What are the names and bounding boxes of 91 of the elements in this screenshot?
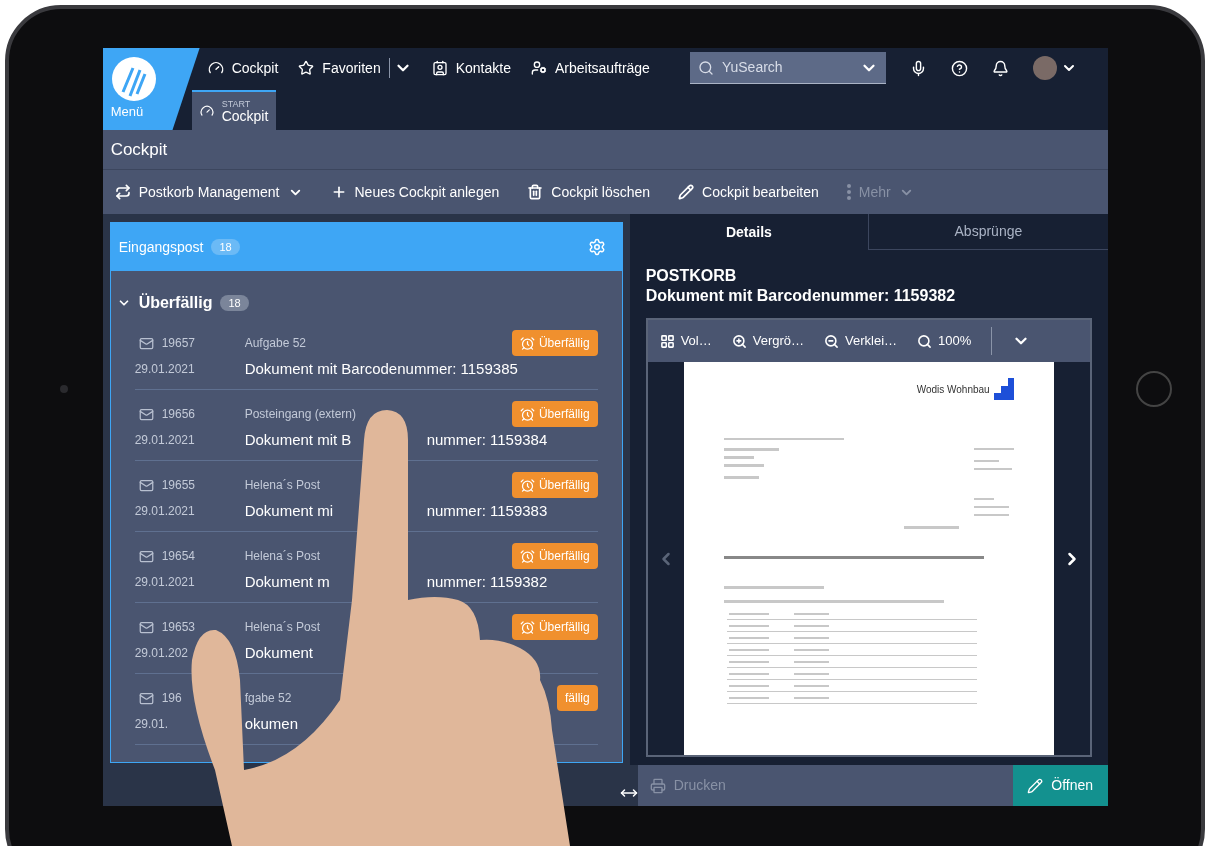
item-date: 29.01. [134, 716, 169, 733]
envelope-icon [138, 335, 154, 351]
nav-link[interactable]: Arbeitsaufträge [530, 57, 650, 79]
logo-icon [110, 56, 157, 102]
item-title: Dokument mit B [244, 429, 353, 450]
fullscreen-icon [659, 333, 675, 349]
gauge-icon [199, 104, 214, 118]
item-date: 29.01.2021 [134, 503, 196, 520]
item-source: Helena´s Post [244, 619, 321, 636]
item-source: Aufgabe 52 [244, 335, 308, 352]
item-title: nummer: 1159382 [426, 571, 548, 592]
envelope-icon [138, 548, 154, 564]
search-icon [697, 59, 714, 76]
trash-icon [527, 184, 544, 200]
settings-icon[interactable] [587, 238, 606, 256]
toolbar-button[interactable]: Neues Cockpit anlegen [330, 181, 500, 203]
detail-tab[interactable]: Absprünge [869, 214, 1108, 250]
group-title[interactable]: Überfällig [138, 291, 213, 315]
toolbar-button[interactable]: Cockpit bearbeiten [678, 181, 819, 203]
item-source: fgabe 52 [244, 690, 293, 707]
open-tab[interactable]: START Cockpit [191, 90, 277, 130]
print-icon [649, 777, 666, 794]
detail-tab[interactable]: Details [629, 214, 870, 250]
home-button-icon [1136, 371, 1173, 407]
item-source: Helena´s Post [244, 477, 321, 494]
toolbar-button[interactable]: Postkorb Management [114, 181, 303, 203]
item-source: Helena´s Post [244, 548, 321, 565]
overdue-badge: Überfällig [511, 330, 598, 356]
item-source: Posteingang (extern) [244, 406, 358, 423]
pencil-icon [678, 184, 695, 200]
page-title: Cockpit [110, 138, 168, 161]
item-title: nummer: 1159384 [426, 429, 548, 450]
nav-link[interactable]: Favoriten [298, 57, 381, 79]
alarm-clock-icon [519, 548, 535, 564]
item-date: 29.01.202 [134, 645, 190, 662]
zoom-icon [917, 333, 933, 349]
tab-caption: START [221, 99, 252, 109]
overdue-badge: Überfällig [511, 401, 598, 427]
nav-link[interactable]: Cockpit [207, 57, 279, 79]
viewer-tool-button[interactable]: 100% [917, 331, 972, 351]
gauge-icon [207, 60, 224, 76]
item-title: Dokument m [244, 571, 331, 592]
item-title: Dokument [244, 642, 314, 663]
viewer-tool-button[interactable]: Vergrö… [731, 331, 805, 351]
camera-icon [59, 385, 68, 393]
toolbar-button[interactable]: Cockpit löschen [527, 181, 651, 203]
viewer-tool-button[interactable]: Vol… [659, 331, 712, 351]
item-date: 29.01.2021 [134, 574, 196, 591]
star-icon [298, 60, 315, 76]
item-title: okumen [244, 713, 299, 734]
item-title: Dokument mit Barcodenummer: 1159385 [244, 358, 518, 379]
alarm-clock-icon [519, 477, 535, 493]
item-number: 19655 [161, 477, 195, 494]
item-number: 19654 [161, 548, 195, 565]
envelope-icon [138, 690, 154, 706]
panel-title: Eingangspost [118, 237, 204, 257]
more-icon [846, 184, 851, 200]
count-badge: 18 [220, 294, 249, 312]
item-title: nummer: 1159383 [426, 500, 548, 521]
overdue-badge: Überfällig [511, 614, 598, 640]
overdue-badge: fällig [556, 685, 598, 711]
count-badge: 18 [211, 238, 240, 256]
item-number: 19657 [161, 335, 195, 352]
swap-icon [114, 184, 131, 200]
search-field[interactable]: YuSearch [689, 52, 886, 84]
alarm-clock-icon [519, 335, 535, 351]
envelope-icon [138, 619, 154, 635]
alarm-clock-icon [519, 406, 535, 422]
item-number: 19653 [161, 619, 195, 636]
item-date: 29.01.2021 [134, 361, 196, 378]
document-logo-text: Wodis Wohnbau [916, 382, 990, 397]
contacts-icon [431, 60, 448, 76]
logo-blocks-icon [993, 378, 1014, 400]
item-date: 29.01.2021 [134, 432, 196, 449]
detail-subheading: Dokument mit Barcodenummer: 1159382 [645, 286, 957, 306]
help-icon[interactable] [950, 59, 968, 77]
search-input[interactable]: YuSearch [721, 57, 852, 78]
overdue-badge: Überfällig [511, 543, 598, 569]
alarm-clock-icon [519, 619, 535, 635]
envelope-icon [138, 477, 154, 493]
bell-icon[interactable] [991, 59, 1009, 77]
overdue-badge: Überfällig [511, 472, 598, 498]
item-number: 19656 [161, 406, 195, 423]
nav-link[interactable]: Kontakte [431, 57, 511, 79]
envelope-icon [138, 406, 154, 422]
detail-heading: POSTKORB [645, 266, 738, 286]
item-number: 196 [161, 690, 182, 707]
item-title: Dokument mi [244, 500, 334, 521]
viewer-tool-button[interactable]: Verklei… [824, 331, 898, 351]
action-button[interactable]: Öffnen [1012, 765, 1108, 806]
tab-label: Cockpit [221, 108, 269, 123]
